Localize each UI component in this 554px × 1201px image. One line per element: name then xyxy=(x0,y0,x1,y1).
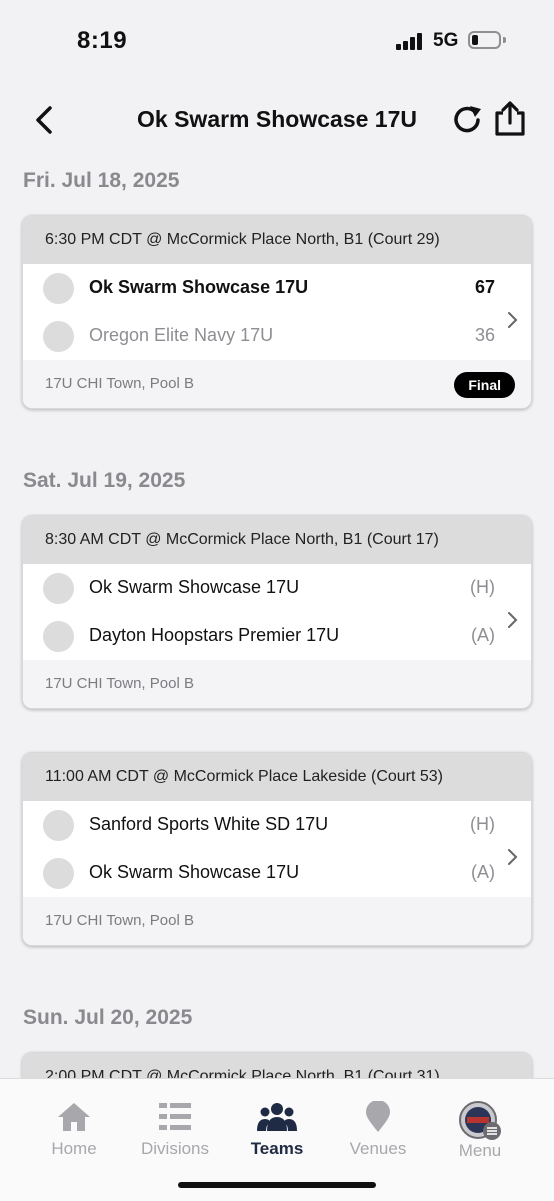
tab-label: Home xyxy=(51,1139,97,1158)
status-bar: 8:19 5G xyxy=(0,0,554,80)
schedule-list[interactable]: Fri. Jul 18, 2025 6:30 PM CDT @ McCormic… xyxy=(0,150,554,1078)
game-time-location: 8:30 AM CDT @ McCormick Place North, B1 … xyxy=(23,516,531,564)
game-card[interactable]: 11:00 AM CDT @ McCormick Place Lakeside … xyxy=(22,752,532,946)
home-indicator xyxy=(178,1182,376,1188)
tab-label: Menu xyxy=(458,1141,502,1160)
pool-label: 17U CHI Town, Pool B xyxy=(45,675,194,692)
game-card[interactable]: 6:30 PM CDT @ McCormick Place North, B1 … xyxy=(22,215,532,409)
team-logo-placeholder xyxy=(43,858,74,889)
share-icon xyxy=(495,101,525,136)
nav-header: Ok Swarm Showcase 17U xyxy=(0,90,554,150)
chevron-right-icon xyxy=(508,312,518,328)
team-logo-placeholder xyxy=(43,573,74,604)
home-away-label: (A) xyxy=(471,625,495,645)
team-row: Oregon Elite Navy 17U 36 xyxy=(23,312,531,360)
game-time-location: 11:00 AM CDT @ McCormick Place Lakeside … xyxy=(23,753,531,801)
tab-teams[interactable]: Teams xyxy=(227,1101,327,1159)
signal-icon xyxy=(396,32,426,50)
tab-venues[interactable]: Venues xyxy=(328,1101,428,1159)
battery-tip xyxy=(503,37,506,43)
pool-label: 17U CHI Town, Pool B xyxy=(45,912,194,929)
menu-icon xyxy=(459,1101,501,1140)
tab-home[interactable]: Home xyxy=(24,1101,124,1159)
tab-label: Venues xyxy=(349,1139,407,1158)
team-score: 36 xyxy=(474,325,495,345)
teams-icon xyxy=(257,1103,297,1131)
team-row: Ok Swarm Showcase 17U 67 xyxy=(23,264,531,312)
game-time-location: 2:00 PM CDT @ McCormick Place North, B1 … xyxy=(23,1053,531,1078)
game-card[interactable]: 2:00 PM CDT @ McCormick Place North, B1 … xyxy=(22,1052,532,1078)
team-row: Ok Swarm Showcase 17U (A) xyxy=(23,849,531,897)
network-label: 5G xyxy=(433,30,459,51)
venues-icon xyxy=(366,1101,390,1132)
pool-label: 17U CHI Town, Pool B xyxy=(45,375,194,392)
share-button[interactable] xyxy=(492,100,528,138)
refresh-icon xyxy=(454,106,481,133)
home-away-label: (H) xyxy=(470,814,495,834)
team-name: Ok Swarm Showcase 17U xyxy=(89,277,309,297)
team-row: Ok Swarm Showcase 17U (H) xyxy=(23,564,531,612)
team-name: Sanford Sports White SD 17U xyxy=(89,814,329,834)
chevron-right-icon xyxy=(508,849,518,865)
team-score: 67 xyxy=(474,277,495,297)
game-time-location: 6:30 PM CDT @ McCormick Place North, B1 … xyxy=(23,216,531,264)
team-row: Dayton Hoopstars Premier 17U (A) xyxy=(23,612,531,660)
chevron-right-icon xyxy=(508,612,518,628)
date-heading: Fri. Jul 18, 2025 xyxy=(23,169,180,192)
home-away-label: (H) xyxy=(470,577,495,597)
team-row: Sanford Sports White SD 17U (H) xyxy=(23,801,531,849)
tab-menu[interactable]: Menu xyxy=(430,1101,530,1161)
game-footer: 17U CHI Town, Pool B xyxy=(23,660,531,708)
team-name: Ok Swarm Showcase 17U xyxy=(89,862,300,882)
team-logo-placeholder xyxy=(43,810,74,841)
team-name: Dayton Hoopstars Premier 17U xyxy=(89,625,340,645)
status-time: 8:19 xyxy=(77,27,128,54)
game-footer: 17U CHI Town, Pool B xyxy=(23,897,531,945)
team-logo-placeholder xyxy=(43,273,74,304)
status-badge: Final xyxy=(454,372,515,398)
date-heading: Sat. Jul 19, 2025 xyxy=(23,469,186,492)
tab-label: Teams xyxy=(250,1139,304,1158)
game-footer: 17U CHI Town, Pool B Final xyxy=(23,360,531,408)
tab-divisions[interactable]: Divisions xyxy=(125,1101,225,1159)
divisions-icon xyxy=(159,1103,191,1130)
battery-icon xyxy=(468,31,501,49)
team-name: Ok Swarm Showcase 17U xyxy=(89,577,300,597)
home-away-label: (A) xyxy=(471,862,495,882)
tab-label: Divisions xyxy=(140,1139,210,1158)
date-heading: Sun. Jul 20, 2025 xyxy=(23,1006,193,1029)
team-name: Oregon Elite Navy 17U xyxy=(89,325,274,345)
game-card[interactable]: 8:30 AM CDT @ McCormick Place North, B1 … xyxy=(22,515,532,709)
refresh-button[interactable] xyxy=(450,102,486,138)
team-logo-placeholder xyxy=(43,621,74,652)
home-icon xyxy=(58,1103,90,1131)
team-logo-placeholder xyxy=(43,321,74,352)
